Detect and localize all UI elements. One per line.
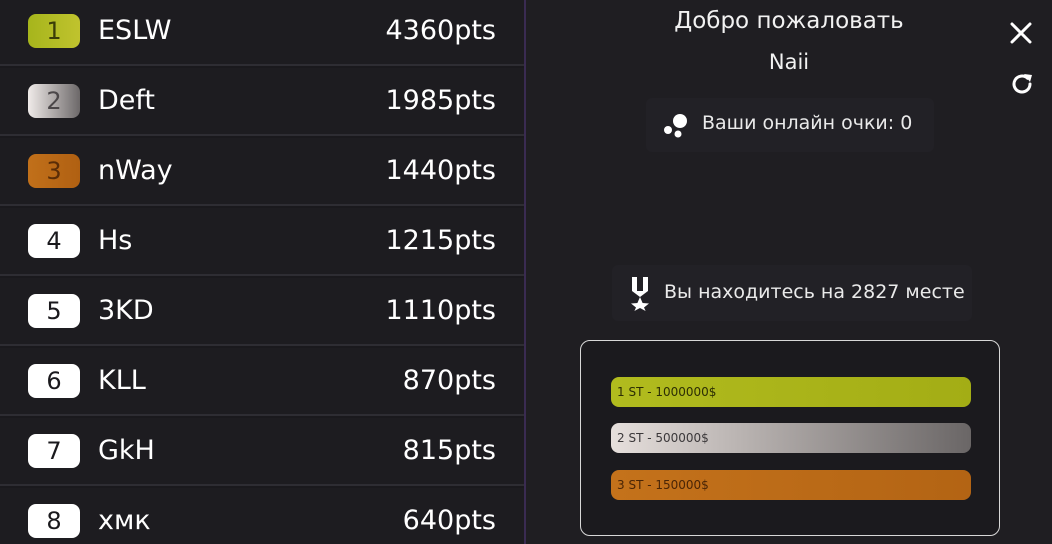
leaderboard-row[interactable]: 5 3KD 1110pts	[0, 278, 524, 346]
player-points: 4360pts	[385, 15, 496, 46]
leaderboard-row[interactable]: 7 GkH 815pts	[0, 418, 524, 486]
online-points-text: Ваши онлайн очки: 0	[702, 112, 913, 134]
online-points-icon	[664, 114, 687, 138]
prize-bar-3rd: 3 ST - 150000$	[611, 470, 971, 500]
player-points: 815pts	[402, 435, 496, 466]
leaderboard-row[interactable]: 2 Deft 1985pts	[0, 68, 524, 136]
rank-badge: 3	[28, 154, 80, 188]
close-button[interactable]	[1006, 18, 1036, 48]
prize-pool-box: 1 ST - 1000000$ 2 ST - 500000$ 3 ST - 15…	[580, 340, 1000, 536]
player-name: Deft	[98, 85, 156, 116]
player-name: Hs	[98, 225, 133, 256]
leaderboard-list[interactable]: 1 ESLW 4360pts 2 Deft 1985pts 3 nWay 144…	[0, 0, 526, 544]
player-points: 870pts	[402, 365, 496, 396]
game-leaderboard-screen: 1 ESLW 4360pts 2 Deft 1985pts 3 nWay 144…	[0, 0, 1052, 544]
rank-badge: 8	[28, 504, 80, 538]
rank-badge: 4	[28, 224, 80, 258]
player-points: 640pts	[402, 505, 496, 536]
rank-badge: 5	[28, 294, 80, 328]
player-points: 1215pts	[385, 225, 496, 256]
player-points: 1985pts	[385, 85, 496, 116]
leaderboard-row[interactable]: 3 nWay 1440pts	[0, 138, 524, 206]
online-points-card: Ваши онлайн очки: 0	[646, 98, 934, 152]
leaderboard-row[interactable]: 1 ESLW 4360pts	[0, 0, 524, 66]
username: Naii	[768, 50, 810, 74]
leaderboard-row[interactable]: 4 Hs 1215pts	[0, 208, 524, 276]
prize-bar-1st: 1 ST - 1000000$	[611, 377, 971, 407]
leaderboard-row[interactable]: 8 xмк 640pts	[0, 488, 524, 544]
rank-badge: 1	[28, 14, 80, 48]
player-place-text: Вы находитесь на 2827 месте	[664, 281, 965, 303]
player-info-panel: Добро пожаловать Naii Ваши онлайн очки: …	[526, 0, 1052, 544]
player-place-card: Вы находитесь на 2827 месте	[612, 265, 972, 321]
refresh-button[interactable]	[1008, 70, 1036, 98]
leaderboard-row[interactable]: 6 KLL 870pts	[0, 348, 524, 416]
player-name: ESLW	[98, 15, 172, 46]
player-points: 1440pts	[385, 155, 496, 186]
rank-badge: 7	[28, 434, 80, 468]
rank-badge: 6	[28, 364, 80, 398]
player-name: xмк	[98, 505, 151, 536]
player-points: 1110pts	[385, 295, 496, 326]
close-icon	[1010, 22, 1032, 44]
refresh-icon	[1012, 74, 1032, 94]
prize-bar-2nd: 2 ST - 500000$	[611, 423, 971, 453]
welcome-title: Добро пожаловать	[674, 8, 904, 34]
medal-icon	[631, 277, 649, 311]
player-name: GkH	[98, 435, 155, 466]
player-name: KLL	[98, 365, 146, 396]
player-name: nWay	[98, 155, 173, 186]
rank-badge: 2	[28, 84, 80, 118]
player-name: 3KD	[98, 295, 154, 326]
